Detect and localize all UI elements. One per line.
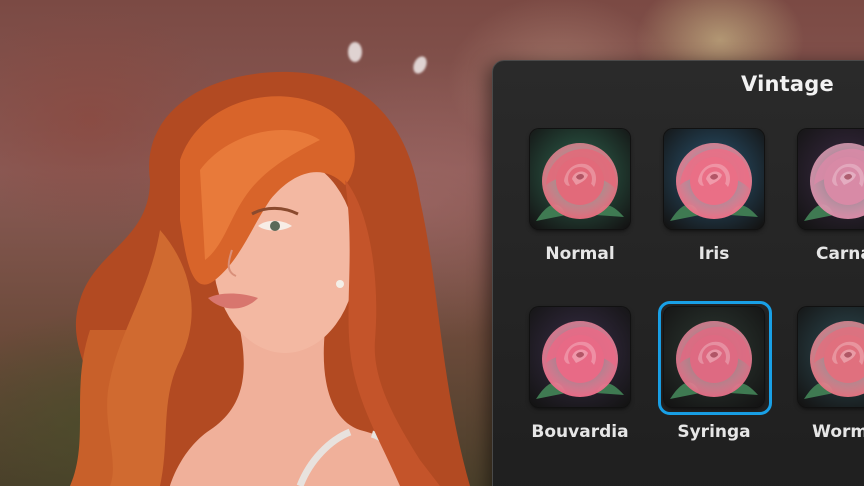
- filter-thumbnail[interactable]: [798, 307, 864, 407]
- filter-thumbnail[interactable]: [530, 129, 630, 229]
- rose-preview-image: [664, 307, 764, 407]
- filter-label-wormw[interactable]: Wormw: [778, 422, 864, 442]
- rose-preview-image: [798, 307, 864, 407]
- filter-label-normal[interactable]: Normal: [510, 244, 650, 264]
- filter-label-bouvardia[interactable]: Bouvardia: [510, 422, 650, 442]
- filter-label-carnat[interactable]: Carnat: [778, 244, 864, 264]
- rose-preview-image: [530, 307, 630, 407]
- rose-preview-image: [798, 129, 864, 229]
- panel-title: Vintage: [741, 72, 834, 96]
- filter-thumbnail[interactable]: [664, 307, 764, 407]
- rose-preview-image: [664, 129, 764, 229]
- filter-thumbnail[interactable]: [798, 129, 864, 229]
- filter-label-syringa[interactable]: Syringa: [644, 422, 784, 442]
- filter-label-iris[interactable]: Iris: [644, 244, 784, 264]
- photo-editor-screen: Vintage Normal Iris Carn Bouvardia Syrin…: [0, 0, 864, 486]
- filter-thumbnail[interactable]: [664, 129, 764, 229]
- filter-thumbnail[interactable]: [530, 307, 630, 407]
- rose-preview-image: [530, 129, 630, 229]
